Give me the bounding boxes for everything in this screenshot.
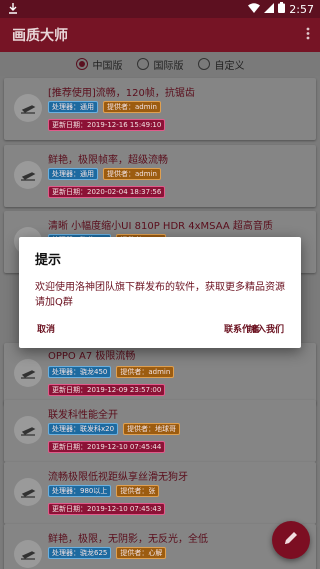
provider-badge: 提供者：admin bbox=[116, 366, 175, 378]
join-us-button[interactable]: 加入我们 bbox=[248, 322, 284, 335]
processor-badge: 处理器：通用 bbox=[48, 168, 98, 180]
preset-card[interactable]: 鲜艳，极限，无阴影，无反光，全低 处理器：骁龙625 提供者：心解 bbox=[4, 524, 316, 569]
radio-checked-icon bbox=[75, 58, 88, 70]
airplane-icon bbox=[14, 416, 42, 444]
preset-card[interactable]: [推荐使用]流畅，120帧，抗锯齿 处理器：通用 提供者：admin 更新日期：… bbox=[4, 78, 316, 140]
radio-custom[interactable]: 自定义 bbox=[197, 57, 245, 72]
update-date-badge: 更新日期：2019-12-10 07:45:43 bbox=[48, 503, 166, 515]
cancel-button[interactable]: 取消 bbox=[37, 322, 55, 335]
more-vert-icon[interactable] bbox=[306, 27, 310, 43]
airplane-icon bbox=[14, 478, 42, 506]
processor-badge: 处理器：骁龙625 bbox=[48, 547, 112, 559]
airplane-icon bbox=[14, 161, 42, 189]
airplane-icon bbox=[14, 359, 42, 387]
wifi-icon bbox=[248, 2, 261, 16]
processor-badge: 处理器：980以上 bbox=[48, 485, 112, 497]
dialog-title: 提示 bbox=[35, 253, 62, 268]
processor-badge: 处理器：联发科x20 bbox=[48, 423, 119, 435]
provider-badge: 提供者：张 bbox=[116, 485, 160, 497]
preset-title: [推荐使用]流畅，120帧，抗锯齿 bbox=[48, 88, 195, 99]
radio-unchecked-icon bbox=[197, 58, 210, 70]
radio-international[interactable]: 国际版 bbox=[136, 57, 184, 72]
preset-card[interactable]: 鲜艳，极限帧率，超级流畅 处理器：通用 提供者：admin 更新日期：2020-… bbox=[4, 145, 316, 207]
radio-label: 国际版 bbox=[153, 60, 184, 72]
preset-title: 鲜艳，极限帧率，超级流畅 bbox=[48, 155, 168, 166]
preset-title: 清晰 小幅度缩小UI 810P HDR 4xMSAA 超高音质 bbox=[48, 221, 273, 232]
provider-badge: 提供者：admin bbox=[103, 101, 161, 113]
edit-fab[interactable] bbox=[272, 521, 310, 559]
airplane-icon bbox=[14, 540, 42, 568]
app-title: 画质大师 bbox=[12, 28, 68, 44]
preset-title: 鲜艳，极限，无阴影，无反光，全低 bbox=[48, 534, 208, 545]
processor-badge: 处理器：通用 bbox=[48, 101, 98, 113]
airplane-icon bbox=[14, 94, 42, 122]
radio-unchecked-icon bbox=[136, 58, 149, 70]
provider-badge: 提供者：地球哥 bbox=[123, 423, 181, 435]
clock: 2:57 bbox=[289, 2, 314, 16]
app-bar: 画质大师 bbox=[0, 18, 320, 52]
dialog-message: 欢迎使用洛神团队旗下群发布的软件，获取更多精品资源请加Q群 bbox=[35, 282, 285, 308]
preset-title: 联发科性能全开 bbox=[48, 410, 118, 421]
status-bar: 2:57 bbox=[0, 0, 320, 18]
preset-card[interactable]: OPPO A7 极限流畅 处理器：骁龙450 提供者：admin 更新日期：20… bbox=[4, 343, 316, 405]
update-date-badge: 更新日期：2020-02-04 18:37:56 bbox=[48, 186, 166, 198]
preset-title: 流畅极限低视距纵享丝滑无狗牙 bbox=[48, 472, 188, 483]
radio-china[interactable]: 中国版 bbox=[75, 57, 123, 72]
radio-label: 自定义 bbox=[214, 60, 245, 72]
provider-badge: 提供者：心解 bbox=[116, 547, 167, 559]
download-icon bbox=[8, 3, 18, 17]
provider-badge: 提供者：admin bbox=[103, 168, 161, 180]
update-date-badge: 更新日期：2019-12-10 07:45:44 bbox=[48, 441, 166, 453]
battery-icon bbox=[278, 2, 286, 16]
processor-badge: 处理器：骁龙450 bbox=[48, 366, 112, 378]
signal-icon bbox=[264, 2, 275, 16]
preset-card[interactable]: 联发科性能全开 处理器：联发科x20 提供者：地球哥 更新日期：2019-12-… bbox=[4, 400, 316, 462]
preset-title: OPPO A7 极限流畅 bbox=[48, 351, 136, 362]
radio-label: 中国版 bbox=[92, 60, 123, 72]
preset-card[interactable]: 流畅极限低视距纵享丝滑无狗牙 处理器：980以上 提供者：张 更新日期：2019… bbox=[4, 462, 316, 524]
update-date-badge: 更新日期：2019-12-09 23:57:00 bbox=[48, 384, 166, 396]
edit-icon bbox=[283, 530, 299, 550]
update-date-badge: 更新日期：2019-12-16 15:49:10 bbox=[48, 119, 166, 131]
version-radio-group: 中国版 国际版 自定义 bbox=[0, 52, 320, 76]
